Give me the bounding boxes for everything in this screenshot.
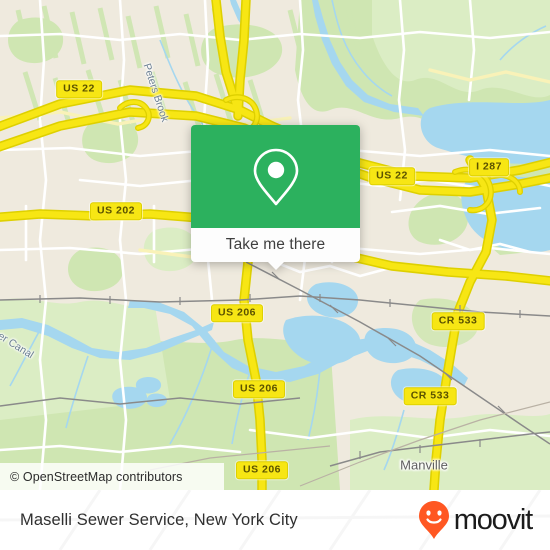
map-canvas[interactable]: US 22 US 202 US 22 I 287 US 206 US 206 U… — [0, 0, 550, 490]
take-me-there-button[interactable]: Take me there — [191, 228, 360, 262]
moovit-wordmark: moovit — [453, 503, 533, 536]
map-pin-icon — [253, 148, 298, 205]
osm-attribution[interactable]: © OpenStreetMap contributors — [0, 463, 224, 490]
footer-bar: Maselli Sewer Service, New York City moo… — [0, 490, 550, 550]
osm-attribution-label: © OpenStreetMap contributors — [10, 469, 183, 484]
road-shield: CR 533 — [431, 312, 485, 330]
poi-callout-card[interactable]: Take me there — [191, 125, 360, 270]
card-icon-area — [191, 125, 360, 228]
moovit-map-screenshot: US 22 US 202 US 22 I 287 US 206 US 206 U… — [0, 0, 550, 550]
road-shield: US 206 — [232, 380, 286, 398]
moovit-smiley-pin-icon — [418, 501, 449, 539]
page-title: Maselli Sewer Service, New York City — [20, 510, 298, 529]
road-shield: I 287 — [469, 158, 509, 176]
place-label-manville: Manville — [400, 457, 448, 473]
road-shield: US 202 — [89, 202, 143, 220]
road-shield: US 206 — [235, 461, 289, 479]
road-shield: CR 533 — [403, 387, 457, 405]
road-shield: US 22 — [369, 167, 415, 185]
moovit-logo[interactable]: moovit — [418, 500, 533, 540]
road-shield: US 206 — [210, 304, 264, 322]
road-shield: US 22 — [56, 80, 102, 98]
take-me-there-label: Take me there — [225, 236, 326, 253]
card-pointer — [266, 261, 285, 270]
